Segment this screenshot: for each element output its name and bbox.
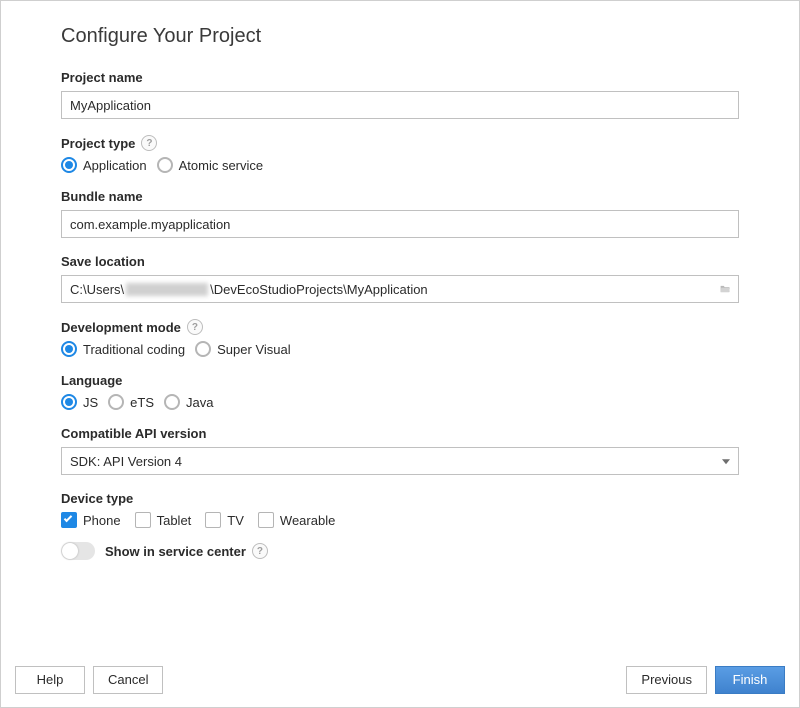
configure-project-dialog: Configure Your Project Project name Proj…	[0, 0, 800, 708]
checkbox-icon	[61, 512, 77, 528]
dev-mode-label: Development mode ?	[61, 319, 739, 335]
checkbox-icon	[205, 512, 221, 528]
radio-dot-icon	[195, 341, 211, 357]
check-tv[interactable]: TV	[205, 512, 244, 528]
dialog-footer: Help Cancel Previous Finish	[1, 651, 799, 707]
check-phone[interactable]: Phone	[61, 512, 121, 528]
check-label: Wearable	[280, 513, 335, 528]
radio-java[interactable]: Java	[164, 394, 213, 410]
api-version-select[interactable]: SDK: API Version 4	[61, 447, 739, 475]
project-name-input[interactable]	[61, 91, 739, 119]
check-wearable[interactable]: Wearable	[258, 512, 335, 528]
project-type-label: Project type ?	[61, 135, 739, 151]
path-suffix: \DevEcoStudioProjects\MyApplication	[210, 282, 428, 297]
language-radios: JS eTS Java	[61, 394, 739, 410]
radio-atomic-service[interactable]: Atomic service	[157, 157, 264, 173]
help-icon[interactable]: ?	[187, 319, 203, 335]
radio-label: eTS	[130, 395, 154, 410]
service-center-toggle[interactable]	[61, 542, 95, 560]
radio-dot-icon	[157, 157, 173, 173]
checkbox-icon	[258, 512, 274, 528]
device-type-label: Device type	[61, 491, 739, 506]
project-name-label: Project name	[61, 70, 739, 85]
save-location-input[interactable]: C:\Users\ \DevEcoStudioProjects\MyApplic…	[61, 275, 739, 303]
project-name-group: Project name	[61, 70, 739, 119]
bundle-name-group: Bundle name	[61, 189, 739, 238]
redacted-path-segment	[126, 283, 208, 296]
checkbox-icon	[135, 512, 151, 528]
radio-js[interactable]: JS	[61, 394, 98, 410]
service-center-label-text: Show in service center	[105, 544, 246, 559]
check-tablet[interactable]: Tablet	[135, 512, 192, 528]
path-prefix: C:\Users\	[70, 282, 124, 297]
radio-application[interactable]: Application	[61, 157, 147, 173]
radio-dot-icon	[61, 157, 77, 173]
save-location-group: Save location C:\Users\ \DevEcoStudioPro…	[61, 254, 739, 303]
radio-label: Atomic service	[179, 158, 264, 173]
device-type-group: Device type Phone Tablet TV Wearable	[61, 491, 739, 560]
help-icon[interactable]: ?	[252, 543, 268, 559]
bundle-name-label: Bundle name	[61, 189, 739, 204]
language-group: Language JS eTS Java	[61, 373, 739, 410]
folder-icon	[720, 282, 730, 296]
radio-dot-icon	[61, 341, 77, 357]
project-type-label-text: Project type	[61, 136, 135, 151]
bundle-name-input[interactable]	[61, 210, 739, 238]
radio-dot-icon	[164, 394, 180, 410]
service-center-label: Show in service center ?	[105, 543, 268, 559]
check-label: Tablet	[157, 513, 192, 528]
radio-traditional-coding[interactable]: Traditional coding	[61, 341, 185, 357]
language-label: Language	[61, 373, 739, 388]
radio-dot-icon	[61, 394, 77, 410]
browse-folder-button[interactable]	[714, 278, 736, 300]
device-type-checks: Phone Tablet TV Wearable	[61, 512, 739, 528]
service-center-row: Show in service center ?	[61, 542, 739, 560]
cancel-button[interactable]: Cancel	[93, 666, 163, 694]
help-button[interactable]: Help	[15, 666, 85, 694]
radio-dot-icon	[108, 394, 124, 410]
dialog-title: Configure Your Project	[61, 25, 739, 48]
check-label: Phone	[83, 513, 121, 528]
finish-button[interactable]: Finish	[715, 666, 785, 694]
chevron-down-icon	[722, 459, 730, 464]
radio-super-visual[interactable]: Super Visual	[195, 341, 290, 357]
previous-button[interactable]: Previous	[626, 666, 707, 694]
toggle-knob-icon	[62, 543, 78, 559]
project-type-group: Project type ? Application Atomic servic…	[61, 135, 739, 173]
select-value: SDK: API Version 4	[70, 454, 182, 469]
radio-label: Super Visual	[217, 342, 290, 357]
radio-label: JS	[83, 395, 98, 410]
dev-mode-label-text: Development mode	[61, 320, 181, 335]
api-version-group: Compatible API version SDK: API Version …	[61, 426, 739, 475]
api-version-label: Compatible API version	[61, 426, 739, 441]
radio-label: Traditional coding	[83, 342, 185, 357]
project-type-radios: Application Atomic service	[61, 157, 739, 173]
radio-label: Java	[186, 395, 213, 410]
check-label: TV	[227, 513, 244, 528]
help-icon[interactable]: ?	[141, 135, 157, 151]
save-location-label: Save location	[61, 254, 739, 269]
radio-label: Application	[83, 158, 147, 173]
dev-mode-radios: Traditional coding Super Visual	[61, 341, 739, 357]
dialog-content: Configure Your Project Project name Proj…	[1, 1, 799, 651]
dev-mode-group: Development mode ? Traditional coding Su…	[61, 319, 739, 357]
radio-ets[interactable]: eTS	[108, 394, 154, 410]
